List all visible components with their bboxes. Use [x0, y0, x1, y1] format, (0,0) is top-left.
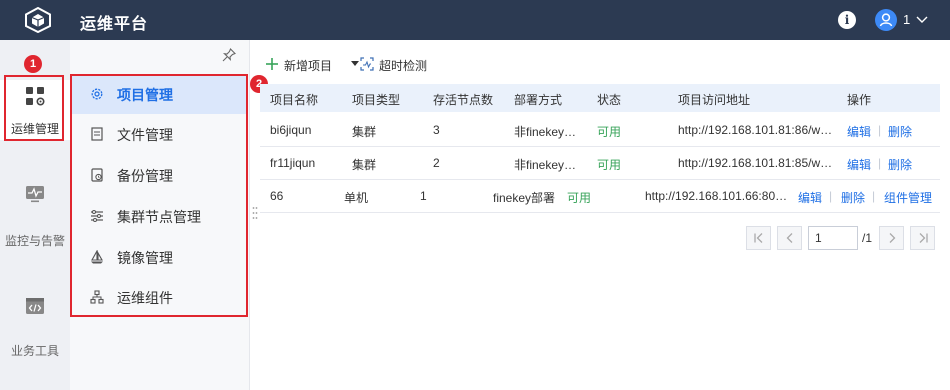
app-logo-icon: [25, 7, 51, 33]
component-management-link[interactable]: 组件管理: [884, 189, 932, 206]
status-cell: 可用: [567, 191, 592, 205]
last-page-button[interactable]: [910, 226, 935, 250]
caret-down-icon: [351, 61, 359, 66]
resize-handle-icon[interactable]: [252, 206, 258, 220]
status-cell: 可用: [597, 158, 622, 172]
rail-item-label: 监控与告警: [4, 234, 65, 248]
timeout-check-label: 超时检测: [379, 59, 428, 73]
table-row: bi6jiqun 集群 3 非finekey… 可用 http://192.16…: [260, 114, 940, 147]
rail-item-monitor[interactable]: 监控与告警: [0, 184, 70, 248]
action-separator: |: [872, 189, 876, 203]
rail-item-label: 业务工具: [10, 344, 59, 358]
annotation-badge-1: 1: [24, 55, 42, 73]
column-header[interactable]: 项目名称: [270, 91, 318, 108]
column-header[interactable]: 部署方式: [514, 91, 562, 108]
project-name-cell: 66: [270, 189, 284, 203]
rail-item-tools[interactable]: 业务工具: [0, 296, 70, 358]
plus-icon: [266, 58, 278, 70]
info-icon[interactable]: i: [838, 11, 856, 29]
page-total: /1: [862, 231, 873, 245]
pin-icon[interactable]: [222, 48, 236, 62]
column-header[interactable]: 状态: [597, 91, 621, 108]
project-name-cell: bi6jiqun: [270, 123, 312, 137]
add-project-label: 新增项目: [284, 59, 333, 73]
alive-nodes-cell: 2: [433, 156, 440, 170]
column-header[interactable]: 项目访问地址: [678, 91, 750, 108]
status-cell: 可用: [597, 125, 622, 139]
chevron-down-icon[interactable]: [915, 14, 929, 26]
column-header[interactable]: 项目类型: [352, 91, 400, 108]
timeout-check-button[interactable]: 超时检测: [360, 55, 440, 73]
project-name-cell: fr11jiqun: [270, 156, 316, 170]
edit-link[interactable]: 编辑: [847, 123, 871, 140]
column-header[interactable]: 存活节点数: [433, 91, 493, 108]
chevron-left-icon: [786, 233, 793, 243]
prev-page-button[interactable]: [777, 226, 802, 250]
delete-link[interactable]: 删除: [841, 189, 865, 206]
deploy-mode-cell: 非finekey…: [514, 125, 577, 139]
scan-icon: [360, 57, 374, 71]
annotation-box-rail: [4, 75, 64, 141]
project-type-cell: 集群: [352, 158, 377, 172]
app-title: 运维平台: [80, 16, 149, 33]
add-project-button[interactable]: 新增项目: [265, 55, 359, 73]
action-separator: |: [829, 189, 833, 203]
table-header: 项目名称 项目类型 存活节点数 部署方式 状态 项目访问地址 操作: [260, 84, 940, 112]
url-cell[interactable]: http://192.168.101.66:80…: [645, 189, 787, 203]
user-name[interactable]: 1: [903, 12, 910, 27]
delete-link[interactable]: 删除: [888, 156, 912, 173]
url-cell[interactable]: http://192.168.101.81:85/w…: [678, 156, 832, 170]
table-row: 66 单机 1 finekey部署 可用 http://192.168.101.…: [260, 180, 940, 213]
last-page-icon: [919, 233, 928, 243]
monitor-icon: [26, 186, 44, 203]
edit-link[interactable]: 编辑: [847, 156, 871, 173]
code-window-icon: [26, 298, 44, 314]
column-header[interactable]: 操作: [847, 91, 871, 108]
project-type-cell: 集群: [352, 125, 377, 139]
alive-nodes-cell: 1: [420, 189, 427, 203]
action-separator: |: [878, 123, 882, 137]
first-page-icon: [754, 233, 763, 243]
user-avatar-icon[interactable]: [875, 9, 897, 31]
table-row: fr11jiqun 集群 2 非finekey… 可用 http://192.1…: [260, 147, 940, 180]
action-separator: |: [878, 156, 882, 170]
deploy-mode-cell: 非finekey…: [514, 158, 577, 172]
url-cell[interactable]: http://192.168.101.81:86/w…: [678, 123, 832, 137]
delete-link[interactable]: 删除: [888, 123, 912, 140]
project-type-cell: 单机: [344, 191, 369, 205]
page-number-input[interactable]: [808, 226, 858, 250]
deploy-mode-cell: finekey部署: [493, 191, 556, 205]
first-page-button[interactable]: [746, 226, 771, 250]
annotation-box-subnav: [70, 74, 248, 317]
alive-nodes-cell: 3: [433, 123, 440, 137]
chevron-right-icon: [889, 233, 896, 243]
top-bar: 运维平台 i 1: [0, 0, 950, 40]
edit-link[interactable]: 编辑: [798, 189, 822, 206]
next-page-button[interactable]: [879, 226, 904, 250]
